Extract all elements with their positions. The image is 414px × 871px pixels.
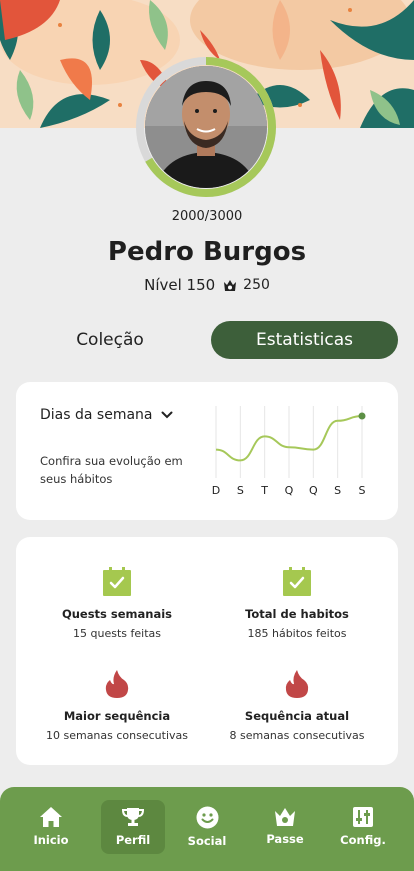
nav-label: Passe <box>266 832 304 846</box>
chevron-down-icon <box>161 411 172 419</box>
chart-day-label: D <box>212 484 220 497</box>
nav-perfil[interactable]: Perfil <box>101 800 165 854</box>
stat-subtitle: 185 hábitos feitos <box>247 627 347 640</box>
smiley-icon <box>196 806 218 829</box>
stat-sequencia-atual: Sequência atual 8 semanas consecutivas <box>202 669 392 742</box>
calendar-check-icon <box>103 567 131 596</box>
nav-label: Inicio <box>33 833 69 847</box>
weekly-chart-card: Dias da semana Confira sua evolução em s… <box>16 382 398 520</box>
tab-colecao[interactable]: Coleção <box>16 321 204 359</box>
stat-total-habitos: Total de habitos 185 hábitos feitos <box>202 567 392 640</box>
crown-coin-icon <box>224 279 237 291</box>
weekly-line-chart: DSTQQSS <box>212 406 366 497</box>
chart-day-label: T <box>260 484 268 497</box>
profile-name: Pedro Burgos <box>107 237 307 267</box>
nav-inicio[interactable]: Inicio <box>19 800 83 854</box>
stat-subtitle: 15 quests feitas <box>73 627 161 640</box>
bottom-nav: Inicio Perfil Social Passe Config. <box>0 787 414 871</box>
chart-day-label: Q <box>285 484 294 497</box>
sliders-icon <box>353 807 373 827</box>
avatar-progress-ring <box>135 56 277 198</box>
level-row: Nível 150 250 <box>0 276 414 294</box>
avatar <box>145 66 267 188</box>
stat-title: Maior sequência <box>63 709 171 723</box>
flame-icon <box>105 670 129 698</box>
stat-maior-sequencia: Maior sequência 10 semanas consecutivas <box>22 669 212 742</box>
chart-day-label: S <box>359 484 366 497</box>
stats-card: Quests semanais 15 quests feitas Total d… <box>16 537 398 765</box>
stat-subtitle: 10 semanas consecutivas <box>45 729 188 742</box>
chart-day-label: S <box>334 484 341 497</box>
stat-title: Quests semanais <box>61 607 173 621</box>
nav-config[interactable]: Config. <box>331 800 395 854</box>
week-description: Confira sua evolução em seus hábitos <box>40 454 183 486</box>
nav-label: Social <box>187 834 227 848</box>
crown-icon <box>275 808 295 826</box>
flame-icon <box>285 670 309 698</box>
calendar-check-icon <box>283 567 311 596</box>
level-text: Nível 150 <box>144 276 216 294</box>
stat-subtitle: 8 semanas consecutivas <box>229 729 365 742</box>
stat-title: Sequência atual <box>244 709 350 723</box>
stat-quests-semanais: Quests semanais 15 quests feitas <box>22 567 212 640</box>
chart-day-label: S <box>237 484 244 497</box>
tab-estatisticas[interactable]: Estatisticas <box>211 321 398 359</box>
chart-day-label: Q <box>309 484 318 497</box>
trophy-icon <box>122 808 144 826</box>
nav-passe[interactable]: Passe <box>253 800 317 854</box>
coin-count: 250 <box>243 277 270 293</box>
dropdown-label: Dias da semana <box>40 407 153 423</box>
chart-endpoint <box>358 412 366 420</box>
home-icon <box>40 807 62 827</box>
xp-text: 2000/3000 <box>171 209 243 224</box>
nav-social[interactable]: Social <box>175 800 239 854</box>
weekday-dropdown[interactable]: Dias da semana <box>40 407 173 423</box>
nav-label: Perfil <box>115 833 151 847</box>
nav-label: Config. <box>340 833 386 847</box>
stat-title: Total de habitos <box>245 607 349 621</box>
coins: 250 <box>223 277 270 293</box>
